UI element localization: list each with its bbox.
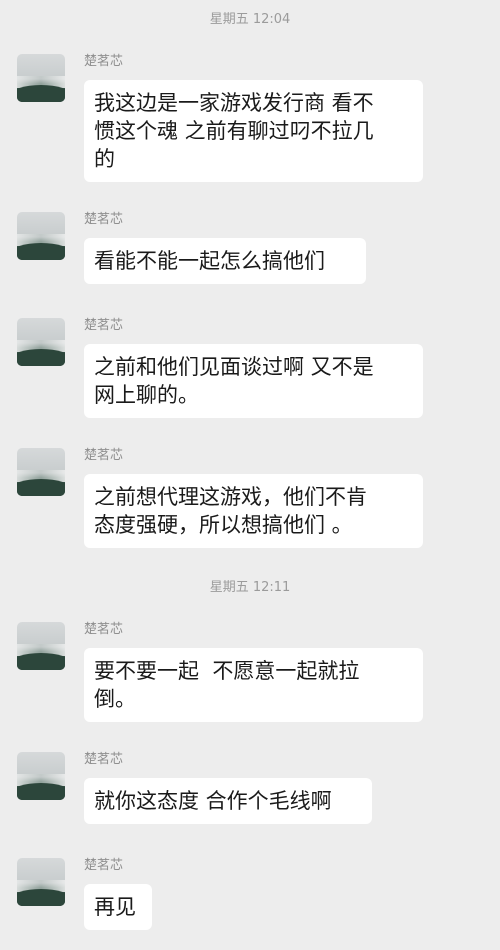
message-bubble[interactable]: 我这边是一家游戏发行商 看不 惯这个魂 之前有聊过叼不拉几 的 <box>84 80 423 182</box>
avatar-icon[interactable] <box>17 622 65 670</box>
chat-area: 星期五 12:04 楚茗芯 我这边是一家游戏发行商 看不 惯这个魂 之前有聊过叼… <box>0 0 500 950</box>
sender-name: 楚茗芯 <box>84 448 124 463</box>
avatar-icon[interactable] <box>17 858 65 906</box>
timestamp: 星期五 12:11 <box>209 580 291 595</box>
sender-name: 楚茗芯 <box>84 858 124 873</box>
avatar-icon[interactable] <box>17 318 65 366</box>
avatar-icon[interactable] <box>17 54 65 102</box>
sender-name: 楚茗芯 <box>84 54 124 69</box>
message-bubble[interactable]: 再见 <box>84 884 152 930</box>
message-bubble[interactable]: 看能不能一起怎么搞他们 <box>84 238 366 284</box>
sender-name: 楚茗芯 <box>84 212 124 227</box>
sender-name: 楚茗芯 <box>84 752 124 767</box>
avatar-icon[interactable] <box>17 212 65 260</box>
sender-name: 楚茗芯 <box>84 318 124 333</box>
sender-name: 楚茗芯 <box>84 622 124 637</box>
timestamp: 星期五 12:04 <box>209 12 291 27</box>
message-bubble[interactable]: 之前和他们见面谈过啊 又不是 网上聊的。 <box>84 344 423 418</box>
message-bubble[interactable]: 就你这态度 合作个毛线啊 <box>84 778 372 824</box>
message-bubble[interactable]: 之前想代理这游戏，他们不肯 态度强硬，所以想搞他们 。 <box>84 474 423 548</box>
avatar-icon[interactable] <box>17 448 65 496</box>
message-bubble[interactable]: 要不要一起 不愿意一起就拉 倒。 <box>84 648 423 722</box>
avatar-icon[interactable] <box>17 752 65 800</box>
